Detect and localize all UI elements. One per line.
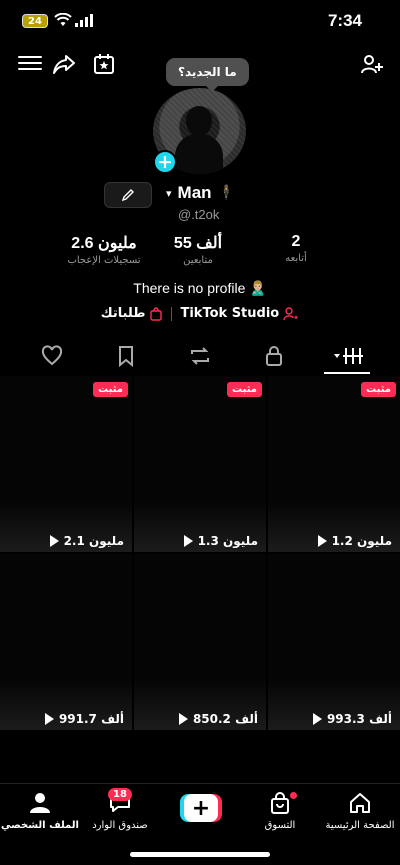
add-friend-icon[interactable]: [360, 52, 384, 76]
nav-shop[interactable]: التسوق: [240, 792, 320, 831]
view-count: 993.3 ألف: [312, 712, 392, 726]
battery-level: 24: [28, 15, 42, 27]
play-icon: [178, 713, 188, 725]
orders-link[interactable]: طلباتك: [101, 306, 164, 321]
bottom-nav: الصفحة الرئيسية التسوق + 18 صندوق الوارد…: [0, 783, 400, 865]
nav-profile[interactable]: الملف الشخصي: [0, 792, 80, 831]
pencil-icon: [121, 189, 134, 202]
pinned-badge: مثبت: [93, 382, 128, 397]
following-stat[interactable]: 2 أتابعه: [276, 233, 316, 264]
plus-icon: +: [184, 794, 218, 822]
create-button[interactable]: +: [180, 794, 222, 822]
calendar-star-icon[interactable]: [92, 52, 116, 76]
nav-inbox[interactable]: 18 صندوق الوارد: [80, 788, 160, 831]
view-count: 2.1 مليون: [49, 534, 124, 548]
nav-shop-label: التسوق: [264, 820, 296, 831]
whats-new-tooltip[interactable]: ما الجديد؟: [166, 58, 249, 92]
video-thumbnail[interactable]: 991.7 ألف: [0, 554, 132, 730]
link-divider: [171, 306, 173, 321]
video-thumbnail[interactable]: مثبت 1.3 مليون: [134, 376, 266, 552]
likes-label: تسجيلات الإعجاب: [67, 255, 141, 266]
chevron-down-icon: ▾: [166, 186, 172, 200]
inbox-badge: 18: [108, 788, 132, 801]
home-indicator: [130, 852, 270, 857]
tiktok-studio-label: TikTok Studio: [180, 306, 280, 321]
likes-stat[interactable]: 2.6 مليون تسجيلات الإعجاب: [56, 233, 152, 266]
followers-label: متابعين: [183, 255, 213, 266]
account-switcher[interactable]: ▾ Man 🕴: [166, 183, 235, 203]
menu-icon[interactable]: [18, 52, 42, 76]
followers-stat[interactable]: 55 ألف متابعين: [168, 233, 228, 266]
bag-icon: [150, 306, 163, 321]
video-thumbnail[interactable]: 993.3 ألف: [268, 554, 400, 730]
video-thumbnail[interactable]: مثبت 2.1 مليون: [0, 376, 132, 552]
following-count: 2: [291, 233, 301, 250]
add-story-button[interactable]: +: [153, 150, 177, 174]
nav-home-label: الصفحة الرئيسية: [325, 820, 395, 831]
view-count: 1.3 مليون: [183, 534, 258, 548]
pinned-badge: مثبت: [361, 382, 396, 397]
edit-profile-button[interactable]: [104, 182, 152, 208]
active-tab-indicator: [324, 372, 370, 374]
profile-name: Man: [177, 183, 212, 202]
play-icon: [49, 535, 59, 547]
profile-icon: [30, 793, 50, 813]
nav-inbox-label: صندوق الوارد: [92, 820, 148, 831]
nav-home[interactable]: الصفحة الرئيسية: [320, 792, 400, 831]
shop-bag-icon: [271, 792, 289, 814]
view-count: 850.2 ألف: [178, 712, 258, 726]
home-icon: [350, 793, 370, 813]
status-bar: 24 7:34: [0, 0, 400, 44]
battery-icon: 24: [22, 14, 48, 28]
wifi-icon: [54, 13, 72, 26]
pinned-badge: مثبت: [227, 382, 262, 397]
tab-private-lock-icon[interactable]: [262, 344, 286, 368]
play-icon: [317, 535, 327, 547]
nav-profile-label: الملف الشخصي: [1, 820, 79, 831]
view-count: 991.7 ألف: [44, 712, 124, 726]
tab-favorites-bookmark-icon[interactable]: [114, 344, 138, 368]
play-icon: [44, 713, 54, 725]
tab-reposts-icon[interactable]: [188, 344, 212, 368]
share-icon[interactable]: [52, 52, 76, 76]
profile-links: طلباتك TikTok Studio: [0, 306, 400, 321]
tab-videos-grid-icon[interactable]: [332, 344, 364, 368]
studio-user-icon: [283, 306, 299, 320]
play-icon: [312, 713, 322, 725]
profile-handle: @.t2ok: [178, 207, 220, 222]
view-count: 1.2 مليون: [317, 534, 392, 548]
name-emoji: 🕴: [217, 185, 235, 201]
profile-tabs: [0, 340, 400, 374]
video-thumbnail[interactable]: 850.2 ألف: [134, 554, 266, 730]
likes-count: 2.6 مليون: [71, 235, 137, 252]
orders-label: طلباتك: [100, 306, 146, 321]
video-thumbnail[interactable]: مثبت 1.2 مليون: [268, 376, 400, 552]
play-icon: [183, 535, 193, 547]
followers-count: 55 ألف: [173, 235, 223, 252]
tiktok-studio-link[interactable]: TikTok Studio: [180, 306, 299, 321]
clock: 7:34: [327, 11, 362, 30]
profile-bio: There is no profile 🙎🏼‍♂️: [133, 280, 267, 296]
following-label: أتابعه: [285, 253, 307, 264]
signal-icon: [75, 14, 93, 27]
tab-liked-heart-icon[interactable]: [40, 344, 64, 368]
shop-notification-dot: [290, 792, 297, 799]
